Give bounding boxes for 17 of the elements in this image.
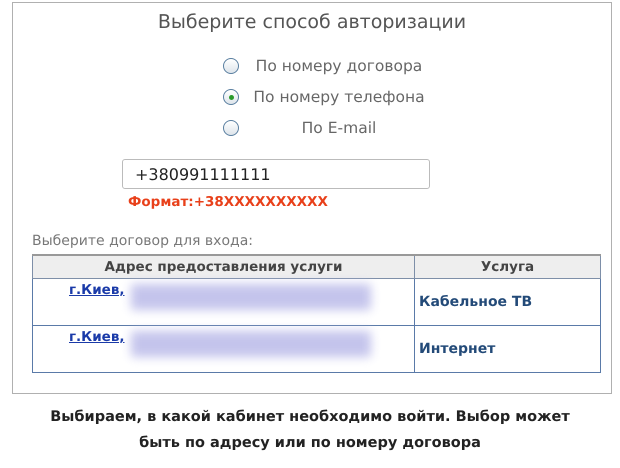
radio-label[interactable]: По номеру договора: [256, 57, 422, 75]
address-link[interactable]: г.Киев,: [69, 282, 125, 298]
service-cell: Интернет: [414, 326, 600, 372]
caption: Выбираем, в какой кабинет необходимо войти. Выбор может быть по адресу или по номеру договора: [49, 408, 571, 453]
column-header: Услуга: [414, 255, 600, 278]
form-title: Выберите способ авторизации: [156, 11, 468, 33]
radio-label[interactable]: По номеру телефона: [253, 88, 425, 106]
contract-prompt: Выберите договор для входа:: [32, 233, 254, 249]
service-cell: Кабельное ТВ: [414, 278, 600, 326]
radio-button[interactable]: [223, 120, 239, 136]
format-hint: Формат:+38XXXXXXXXXX: [128, 194, 328, 210]
radio-label[interactable]: По E-mail: [302, 119, 376, 137]
column-header: Адрес предоставления услуги: [32, 255, 414, 278]
address-link[interactable]: г.Киев,: [69, 329, 125, 345]
radio-button[interactable]: [223, 89, 239, 105]
phone-input-field[interactable]: +380991111111: [122, 159, 430, 189]
radio-button[interactable]: [223, 58, 239, 74]
